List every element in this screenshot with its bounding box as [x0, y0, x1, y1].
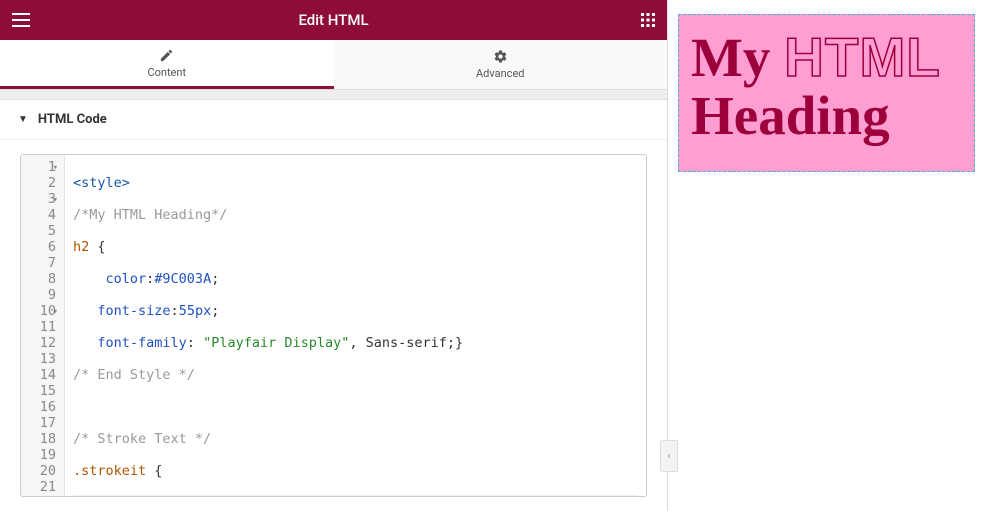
apps-grid-icon[interactable] [641, 13, 655, 27]
spacer [0, 90, 667, 100]
preview-pane: My HTMLHeading [668, 0, 985, 511]
gear-icon [493, 49, 508, 64]
pencil-icon [159, 48, 174, 63]
section-title: HTML Code [38, 112, 107, 127]
line-number-gutter: 123456789101112131415161718192021 [21, 155, 65, 496]
tab-label: Advanced [476, 67, 524, 80]
tab-label: Content [147, 66, 186, 79]
tab-advanced[interactable]: Advanced [334, 40, 668, 89]
chevron-left-icon: ‹ [667, 451, 670, 462]
code-area[interactable]: <style> /*My HTML Heading*/ h2 { color:#… [65, 155, 646, 496]
tab-content[interactable]: Content [0, 40, 334, 89]
panel-header: Edit HTML [0, 0, 667, 40]
section-header-html-code[interactable]: ▼ HTML Code [0, 100, 667, 140]
panel-collapse-handle[interactable]: ‹ [660, 440, 678, 472]
panel-title: Edit HTML [298, 11, 368, 29]
hamburger-icon[interactable] [12, 13, 30, 27]
tabs: Content Advanced [0, 40, 667, 90]
code-editor[interactable]: 123456789101112131415161718192021 <style… [20, 154, 647, 497]
preview-widget[interactable]: My HTMLHeading [678, 14, 975, 172]
editor-panel: Edit HTML Content Advanced ▼ HTML Code [0, 0, 668, 511]
preview-stroke-text: HTML [784, 26, 941, 88]
preview-heading: My HTMLHeading [691, 29, 962, 145]
caret-down-icon: ▼ [18, 114, 28, 125]
